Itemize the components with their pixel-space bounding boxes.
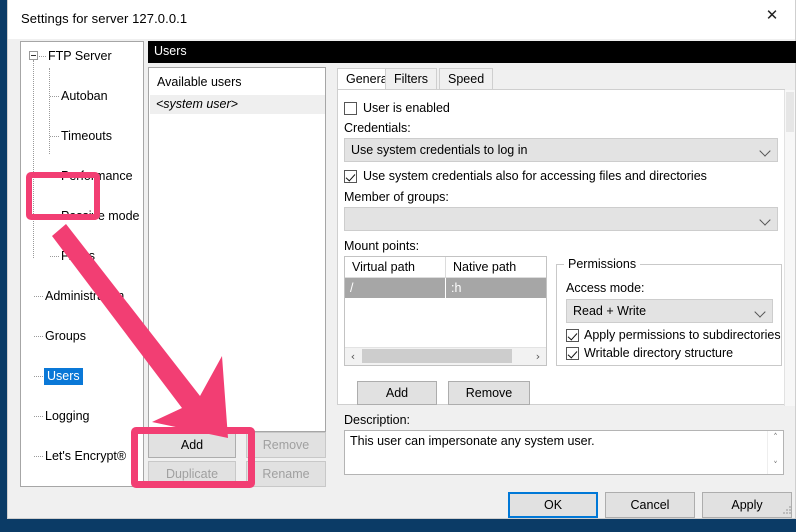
tree-line bbox=[39, 56, 46, 57]
apply-button[interactable]: Apply bbox=[702, 492, 792, 518]
sidebar-item-label: Timeouts bbox=[61, 126, 112, 146]
scrollbar-thumb[interactable] bbox=[362, 349, 512, 363]
cancel-button[interactable]: Cancel bbox=[605, 492, 695, 518]
tree-line bbox=[50, 216, 59, 217]
page-title: Settings for server 127.0.0.1 bbox=[21, 11, 187, 26]
mount-add-button[interactable]: Add bbox=[357, 381, 437, 405]
sidebar-item-filters[interactable]: Filters bbox=[21, 246, 143, 266]
cell-native-path: :h bbox=[446, 278, 546, 298]
mount-points-label: Mount points: bbox=[344, 239, 419, 253]
access-mode-select[interactable]: Read + Write bbox=[566, 299, 773, 323]
system-credentials-files-checkbox[interactable] bbox=[344, 170, 357, 183]
tree-line bbox=[34, 416, 43, 417]
tree-line bbox=[34, 456, 43, 457]
sidebar-item-label: FTP Server bbox=[48, 46, 112, 66]
mount-remove-button[interactable]: Remove bbox=[448, 381, 530, 405]
tree-line bbox=[50, 96, 59, 97]
title-bar: Settings for server 127.0.0.1 ✕ bbox=[8, 0, 795, 39]
list-item[interactable]: <system user> bbox=[150, 95, 326, 114]
sidebar-item-label: Users bbox=[44, 368, 83, 385]
settings-tree: FTP Server Autoban Timeouts Performance bbox=[21, 46, 143, 266]
scroll-down-icon[interactable]: ˅ bbox=[771, 462, 780, 471]
tree-line bbox=[50, 136, 59, 137]
description-scrollbar[interactable]: ˄ ˅ bbox=[767, 431, 783, 474]
add-user-button[interactable]: Add bbox=[148, 432, 236, 458]
sidebar-item-administration[interactable]: Administration bbox=[21, 286, 143, 306]
description-label: Description: bbox=[344, 413, 410, 427]
sidebar-item-label: Groups bbox=[45, 326, 86, 346]
description-textarea[interactable]: This user can impersonate any system use… bbox=[344, 430, 784, 475]
apply-subdirectories-checkbox[interactable] bbox=[566, 329, 579, 342]
cell-virtual-path: / bbox=[345, 278, 446, 298]
tree-line bbox=[50, 176, 59, 177]
sidebar-item-ftp-server[interactable]: FTP Server bbox=[21, 46, 143, 66]
chevron-down-icon bbox=[759, 145, 770, 156]
tree-line bbox=[34, 296, 43, 297]
sidebar-item-label: Let's Encrypt® bbox=[45, 446, 126, 466]
screenshot-root: Settings for server 127.0.0.1 ✕ FTP Serv… bbox=[0, 0, 796, 532]
rename-user-button[interactable]: Rename bbox=[246, 461, 326, 487]
user-enabled-checkbox[interactable] bbox=[344, 102, 357, 115]
tab-panel-scrollbar[interactable] bbox=[784, 90, 795, 406]
sidebar-item-performance[interactable]: Performance bbox=[21, 166, 143, 186]
member-of-groups-label: Member of groups: bbox=[344, 190, 449, 204]
tree-line bbox=[34, 336, 43, 337]
resize-grip-icon[interactable] bbox=[783, 506, 792, 515]
system-credentials-files-label: Use system credentials also for accessin… bbox=[363, 169, 707, 183]
sidebar-item-timeouts[interactable]: Timeouts bbox=[21, 126, 143, 146]
settings-tree-panel[interactable]: FTP Server Autoban Timeouts Performance bbox=[20, 41, 144, 487]
credentials-select-value: Use system credentials to log in bbox=[351, 143, 527, 157]
sidebar-item-label: Performance bbox=[61, 166, 133, 186]
user-enabled-label: User is enabled bbox=[363, 101, 450, 115]
sidebar-item-label: Administration bbox=[45, 286, 124, 306]
sidebar-item-label: Passive mode bbox=[61, 206, 140, 226]
ok-button[interactable]: OK bbox=[508, 492, 598, 518]
remove-user-button[interactable]: Remove bbox=[246, 432, 326, 458]
description-value: This user can impersonate any system use… bbox=[350, 434, 595, 448]
sidebar-item-passive-mode[interactable]: Passive mode bbox=[21, 206, 143, 226]
sidebar-item-lets-encrypt[interactable]: Let's Encrypt® bbox=[21, 446, 143, 466]
duplicate-user-button[interactable]: Duplicate bbox=[148, 461, 236, 487]
sidebar-item-label: Logging bbox=[45, 406, 90, 426]
close-icon[interactable]: ✕ bbox=[749, 0, 795, 30]
chevron-down-icon bbox=[754, 306, 765, 317]
settings-dialog: Settings for server 127.0.0.1 ✕ FTP Serv… bbox=[7, 0, 796, 519]
tab-filters[interactable]: Filters bbox=[385, 68, 437, 90]
access-mode-value: Read + Write bbox=[573, 304, 646, 318]
credentials-select[interactable]: Use system credentials to log in bbox=[344, 138, 778, 162]
writable-structure-label: Writable directory structure bbox=[584, 346, 733, 360]
scroll-left-icon[interactable]: ‹ bbox=[345, 348, 361, 364]
tree-line bbox=[50, 256, 59, 257]
column-header-virtual-path[interactable]: Virtual path bbox=[345, 257, 446, 278]
access-mode-label: Access mode: bbox=[566, 281, 645, 295]
mount-table-hscrollbar[interactable]: ‹ › bbox=[345, 347, 546, 365]
sidebar-item-autoban[interactable]: Autoban bbox=[21, 86, 143, 106]
scroll-right-icon[interactable]: › bbox=[530, 348, 546, 364]
credentials-label: Credentials: bbox=[344, 121, 411, 135]
sidebar-item-users[interactable]: Users bbox=[21, 366, 143, 386]
chevron-down-icon bbox=[759, 214, 770, 225]
apply-subdirectories-label: Apply permissions to subdirectories bbox=[584, 328, 781, 342]
sidebar-item-groups[interactable]: Groups bbox=[21, 326, 143, 346]
scrollbar-thumb[interactable] bbox=[786, 92, 794, 132]
sidebar-item-logging[interactable]: Logging bbox=[21, 406, 143, 426]
section-header-label: Users bbox=[154, 44, 187, 58]
scroll-up-icon[interactable]: ˄ bbox=[771, 434, 780, 443]
collapse-icon[interactable] bbox=[29, 51, 38, 60]
available-users-list[interactable]: Available users <system user> bbox=[148, 67, 326, 432]
permissions-group: Permissions Access mode: Read + Write Ap… bbox=[556, 264, 782, 366]
tab-speed-limits[interactable]: Speed Limits bbox=[439, 68, 493, 90]
table-row[interactable]: / :h bbox=[345, 278, 546, 298]
available-users-label: Available users bbox=[157, 75, 242, 89]
section-header-users: Users bbox=[148, 41, 796, 63]
mount-points-table[interactable]: Virtual path Native path / :h ‹ › bbox=[344, 256, 547, 366]
tree-line bbox=[34, 376, 43, 377]
member-of-groups-select[interactable] bbox=[344, 207, 778, 231]
column-header-native-path[interactable]: Native path bbox=[446, 257, 546, 278]
permissions-title: Permissions bbox=[564, 257, 640, 271]
sidebar-item-label: Filters bbox=[61, 246, 95, 266]
sidebar-item-label: Autoban bbox=[61, 86, 108, 106]
writable-structure-checkbox[interactable] bbox=[566, 347, 579, 360]
